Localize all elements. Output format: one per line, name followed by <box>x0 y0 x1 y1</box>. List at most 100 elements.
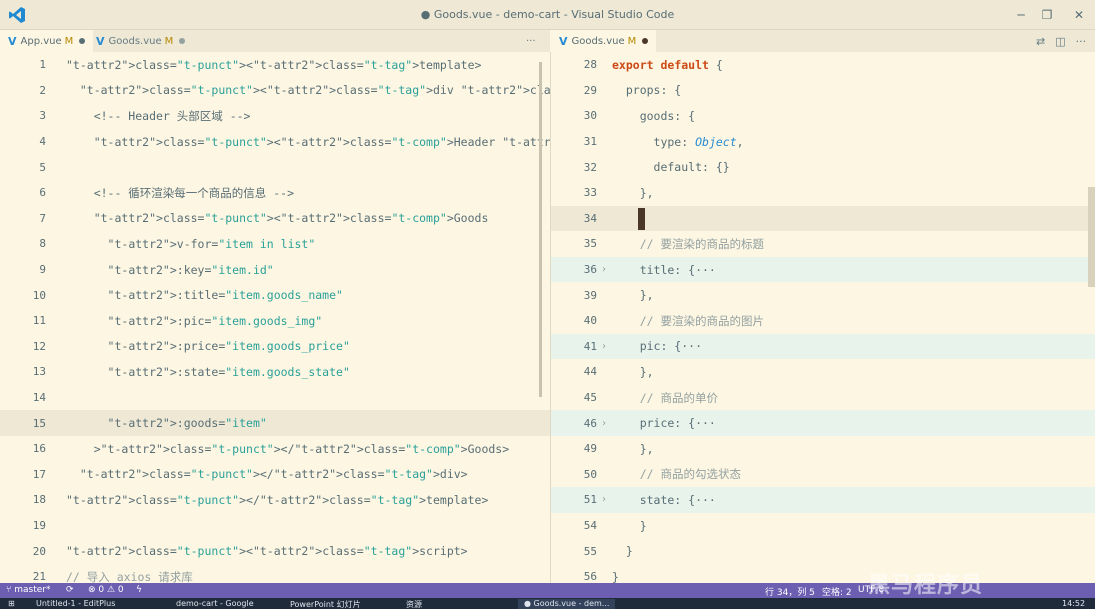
unsaved-dot-icon[interactable] <box>79 38 86 44</box>
code-line[interactable]: 51 › state: {··· <box>551 487 1095 513</box>
code-line[interactable]: 11 "t-attr2">:pic="item.goods_img" <box>0 308 550 334</box>
code-line[interactable]: 6 <!-- 循环渲染每一个商品的信息 --> <box>0 180 550 206</box>
code-line[interactable]: 18 "t-attr2">class="t-punct"></"t-attr2">… <box>0 487 550 513</box>
code-line[interactable]: 8 "t-attr2">v-for="item in list" <box>0 231 550 257</box>
code-line[interactable]: 40 // 要渲染的商品的图片 <box>551 308 1095 334</box>
code-line[interactable]: 15 "t-attr2">:goods="item" <box>0 410 550 436</box>
tab-label: App.vue <box>20 35 62 47</box>
fold-chevron-icon[interactable]: › <box>601 264 607 275</box>
line-number: 45 <box>583 391 597 405</box>
line-number: 2 <box>39 83 46 97</box>
taskbar-item-active[interactable]: ● Goods.vue - dem... <box>518 599 616 609</box>
close-button[interactable]: ✕ <box>1065 4 1093 26</box>
scrollbar-track[interactable] <box>539 62 542 397</box>
code-line[interactable]: 2 "t-attr2">class="t-punct"><"t-attr2">c… <box>0 78 550 104</box>
code-line[interactable]: 19 <box>0 513 550 539</box>
live-share-icon[interactable]: ϟ <box>136 585 142 595</box>
minimize-button[interactable]: ─ <box>1007 4 1035 26</box>
left-editor[interactable]: 1 "t-attr2">class="t-punct"><"t-attr2">cl… <box>0 52 550 583</box>
unsaved-dot-icon[interactable] <box>642 38 649 44</box>
problems-indicator[interactable]: ⊗ 0 ⚠ 0 <box>88 585 124 595</box>
branch-name: master* <box>14 585 51 595</box>
sync-icon[interactable]: ⟳ <box>66 585 74 595</box>
code-line[interactable]: 5 <box>0 154 550 180</box>
more-actions-button[interactable]: ··· <box>518 30 544 52</box>
code-line[interactable]: 31 type: Object, <box>551 129 1095 155</box>
tab-app-vue[interactable]: V App.vue M <box>0 30 94 52</box>
code-text: "t-attr2">class="t-punct"></"t-attr2">cl… <box>66 492 489 507</box>
code-line[interactable]: 29 props: { <box>551 78 1095 104</box>
code-line[interactable]: 9 "t-attr2">:key="item.id" <box>0 257 550 283</box>
code-line[interactable]: 32 default: {} <box>551 154 1095 180</box>
code-line[interactable]: 1 "t-attr2">class="t-punct"><"t-attr2">cl… <box>0 52 550 78</box>
code-line[interactable]: 30 goods: { <box>551 103 1095 129</box>
indentation[interactable]: 空格: 2 <box>822 585 852 598</box>
code-line[interactable]: 3 <!-- Header 头部区域 --> <box>0 103 550 129</box>
line-number: 30 <box>583 109 597 123</box>
taskbar-item[interactable]: 资源 <box>406 599 422 609</box>
line-number: 56 <box>583 570 597 583</box>
taskbar-item[interactable]: PowerPoint 幻灯片 <box>290 599 361 609</box>
code-line[interactable]: 21 // 导入 axios 请求库 <box>0 564 550 583</box>
tab-goods-vue-right[interactable]: V Goods.vue M <box>551 30 657 52</box>
minimize-icon: ─ <box>1017 8 1025 22</box>
code-text: goods: { <box>612 108 696 123</box>
code-line[interactable]: 46 › price: {··· <box>551 410 1095 436</box>
taskbar-item[interactable]: Untitled-1 - EditPlus <box>36 599 115 609</box>
fold-chevron-icon[interactable]: › <box>601 418 607 429</box>
code-text: "t-attr2">class="t-punct"><"t-attr2">cla… <box>66 57 482 72</box>
code-line[interactable]: 12 "t-attr2">:price="item.goods_price" <box>0 334 550 360</box>
line-number: 7 <box>39 211 46 225</box>
cursor-position[interactable]: 行 34，列 5 <box>765 585 815 598</box>
code-text: "t-attr2">:pic="item.goods_img" <box>107 313 323 328</box>
code-line[interactable]: 41 › pic: {··· <box>551 333 1095 360</box>
code-line[interactable]: 49 }, <box>551 436 1095 462</box>
scrollbar-thumb[interactable] <box>1088 187 1095 287</box>
more-icon[interactable]: ··· <box>1076 35 1087 48</box>
maximize-button[interactable]: ❐ <box>1033 4 1061 26</box>
unsaved-dot-icon[interactable] <box>179 38 186 44</box>
windows-start-icon[interactable]: ⊞ <box>8 599 15 609</box>
line-number: 13 <box>32 365 46 379</box>
line-number: 35 <box>583 237 597 251</box>
code-line[interactable]: 16 >"t-attr2">class="t-punct"></"t-attr2… <box>0 436 550 462</box>
code-line[interactable]: 44 }, <box>551 359 1095 385</box>
vue-file-icon: V <box>559 34 568 48</box>
code-text: type: Object, <box>612 134 744 149</box>
code-line[interactable]: 55 } <box>551 538 1095 564</box>
line-number: 10 <box>32 288 46 302</box>
fold-chevron-icon[interactable]: › <box>601 494 607 505</box>
code-line[interactable]: 54 } <box>551 513 1095 539</box>
line-number: 18 <box>32 493 46 507</box>
branch-indicator[interactable]: ⑂ master* <box>6 585 51 595</box>
code-line[interactable]: 34 <box>551 205 1095 232</box>
code-line[interactable]: 13 "t-attr2">:state="item.goods_state" <box>0 359 550 385</box>
modified-badge: M <box>64 35 74 47</box>
code-line[interactable]: 39 }, <box>551 282 1095 308</box>
code-line[interactable]: 36 › title: {··· <box>551 256 1095 283</box>
code-line[interactable]: 10 "t-attr2">:title="item.goods_name" <box>0 282 550 308</box>
open-changes-icon[interactable]: ⇄ <box>1036 35 1045 48</box>
code-line[interactable]: 14 <box>0 385 550 411</box>
code-line[interactable]: 45 // 商品的单价 <box>551 385 1095 411</box>
code-line[interactable]: 7 "t-attr2">class="t-punct"><"t-attr2">c… <box>0 206 550 232</box>
taskbar-item[interactable]: demo-cart - Google <box>176 599 254 609</box>
code-line[interactable]: 56} <box>551 564 1095 583</box>
code-line[interactable]: 4 "t-attr2">class="t-punct"><"t-attr2">c… <box>0 129 550 155</box>
right-tab-bar: V Goods.vue M <box>551 30 1095 52</box>
fold-chevron-icon[interactable]: › <box>601 341 607 352</box>
code-text: title: {··· <box>612 262 716 277</box>
code-line[interactable]: 35 // 要渲染的商品的标题 <box>551 231 1095 257</box>
code-text: "t-attr2">:goods="item" <box>107 416 267 431</box>
code-line[interactable]: 50 // 商品的勾选状态 <box>551 462 1095 488</box>
code-line[interactable]: 17 "t-attr2">class="t-punct"></"t-attr2"… <box>0 462 550 488</box>
right-editor[interactable]: 28 export default {29 props: {30 goods: {… <box>551 52 1095 583</box>
code-text: } <box>612 544 633 559</box>
restore-icon: ❐ <box>1041 8 1053 22</box>
code-line[interactable]: 20 "t-attr2">class="t-punct"><"t-attr2">c… <box>0 538 550 564</box>
code-line[interactable]: 28 export default { <box>551 52 1095 78</box>
code-text: "t-attr2">:price="item.goods_price" <box>107 339 350 354</box>
split-editor-icon[interactable]: ◫ <box>1055 35 1065 48</box>
tab-goods-vue[interactable]: V Goods.vue M <box>88 30 193 52</box>
code-line[interactable]: 33 }, <box>551 180 1095 206</box>
